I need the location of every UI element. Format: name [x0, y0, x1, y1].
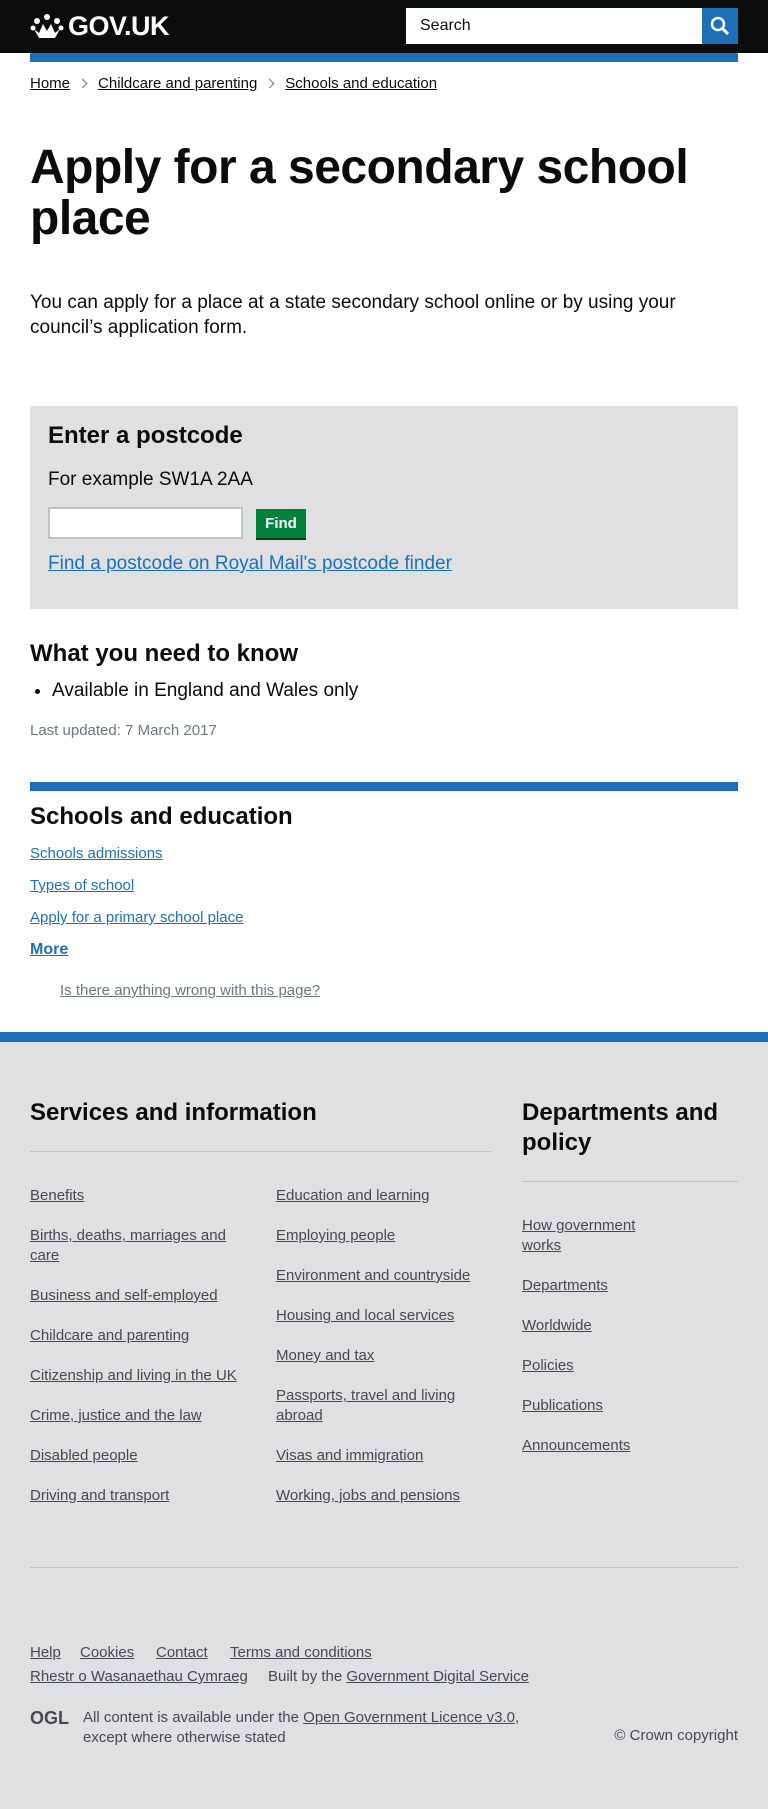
footer-link[interactable]: Education and learning [276, 1186, 486, 1206]
footer-link[interactable]: Childcare and parenting [30, 1326, 250, 1346]
footer-link[interactable]: Crime, justice and the law [30, 1406, 250, 1426]
footer-link[interactable]: Working, jobs and pensions [276, 1486, 486, 1506]
footer-link[interactable]: Disabled people [30, 1446, 250, 1466]
ogl-logo-text: OGL [30, 1708, 69, 1728]
breadcrumb-home[interactable]: Home [30, 75, 70, 92]
need-to-know-list: Available in England and Wales only [52, 680, 358, 702]
footer-link[interactable]: Benefits [30, 1186, 250, 1206]
footer-link[interactable]: Employing people [276, 1226, 486, 1246]
footer-link[interactable]: Citizenship and living in the UK [30, 1366, 250, 1386]
postcode-finder-link[interactable]: Find a postcode on Royal Mail's postcode… [48, 553, 452, 575]
footer-meta-divider [30, 1567, 738, 1568]
postcode-hint: For example SW1A 2AA [48, 469, 253, 490]
ogl-logo-icon: OGL [30, 1708, 69, 1728]
postcode-lookup-panel: Enter a postcode For example SW1A 2AA Fi… [30, 406, 738, 609]
footer-link[interactable]: Worldwide [522, 1316, 722, 1336]
footer-link[interactable]: Births, deaths, marriages and care [30, 1226, 250, 1266]
crown-copyright: © Crown copyright [614, 1727, 738, 1744]
page-lede: You can apply for a place at a state sec… [30, 292, 676, 338]
footer-link[interactable]: Money and tax [276, 1346, 486, 1366]
logo-text: GOV.UK [68, 10, 170, 41]
footer-link[interactable]: Business and self-employed [30, 1286, 250, 1306]
search-form [406, 8, 738, 44]
report-problem-link[interactable]: Is there anything wrong with this page? [60, 982, 320, 999]
licence-link[interactable]: Open Government Licence v3.0 [303, 1709, 515, 1726]
list-item: Available in England and Wales only [52, 680, 358, 702]
search-icon [710, 16, 730, 36]
footer-link[interactable]: Housing and local services [276, 1306, 486, 1326]
footer-help-link[interactable]: Help [30, 1644, 61, 1661]
footer-link[interactable]: Visas and immigration [276, 1446, 486, 1466]
related-heading: Schools and education [30, 803, 293, 830]
related-link-types[interactable]: Types of school [30, 877, 134, 894]
licence-text: All content is available under the Open … [83, 1708, 553, 1748]
search-input[interactable] [406, 8, 702, 44]
search-button[interactable] [702, 8, 738, 44]
footer-link[interactable]: Departments [522, 1276, 722, 1296]
footer-link[interactable]: Publications [522, 1396, 722, 1416]
last-updated: Last updated: 7 March 2017 [30, 722, 217, 739]
page-title: Apply for a secondary school place [30, 141, 689, 245]
breadcrumb-childcare[interactable]: Childcare and parenting [98, 75, 257, 92]
footer-link[interactable]: Environment and countryside [276, 1266, 486, 1286]
departments-divider [522, 1181, 738, 1182]
footer-cookies-link[interactable]: Cookies [80, 1644, 134, 1661]
departments-heading: Departments and policy [522, 1099, 719, 1156]
related-link-primary[interactable]: Apply for a primary school place [30, 909, 243, 926]
site-footer: Services and information Benefits Births… [0, 1032, 768, 1809]
services-divider [30, 1151, 492, 1152]
licence-prefix: All content is available under the [83, 1709, 299, 1726]
breadcrumb: Home Childcare and parenting Schools and… [30, 75, 437, 92]
chevron-right-icon [77, 78, 88, 89]
related-more-link[interactable]: More [30, 941, 68, 959]
govuk-logo-link[interactable]: GOV.UK [30, 10, 170, 42]
breadcrumb-schools[interactable]: Schools and education [285, 75, 437, 92]
footer-link[interactable]: Policies [522, 1356, 722, 1376]
related-blue-bar [30, 782, 738, 791]
crown-icon [30, 14, 64, 38]
footer-link[interactable]: Announcements [522, 1436, 722, 1456]
built-by-prefix: Built by the [268, 1668, 343, 1685]
footer-blue-bar [0, 1032, 768, 1042]
need-to-know-heading: What you need to know [30, 640, 298, 667]
header-blue-bar [30, 53, 738, 62]
postcode-input[interactable] [48, 507, 243, 539]
built-by-text: Built by the Government Digital Service [268, 1668, 529, 1685]
footer-link[interactable]: Driving and transport [30, 1486, 250, 1506]
footer-link[interactable]: Passports, travel and living abroad [276, 1386, 486, 1426]
footer-welsh-link[interactable]: Rhestr o Wasanaethau Cymraeg [30, 1668, 248, 1685]
footer-contact-link[interactable]: Contact [156, 1644, 208, 1661]
related-link-admissions[interactable]: Schools admissions [30, 845, 163, 862]
postcode-heading: Enter a postcode [48, 422, 243, 449]
chevron-right-icon [264, 78, 275, 89]
site-header: GOV.UK [0, 0, 768, 53]
services-heading: Services and information [30, 1099, 317, 1126]
footer-terms-link[interactable]: Terms and conditions [230, 1644, 372, 1661]
footer-link[interactable]: How government works [522, 1216, 662, 1256]
find-button[interactable]: Find [256, 509, 306, 538]
gds-link[interactable]: Government Digital Service [346, 1668, 529, 1685]
